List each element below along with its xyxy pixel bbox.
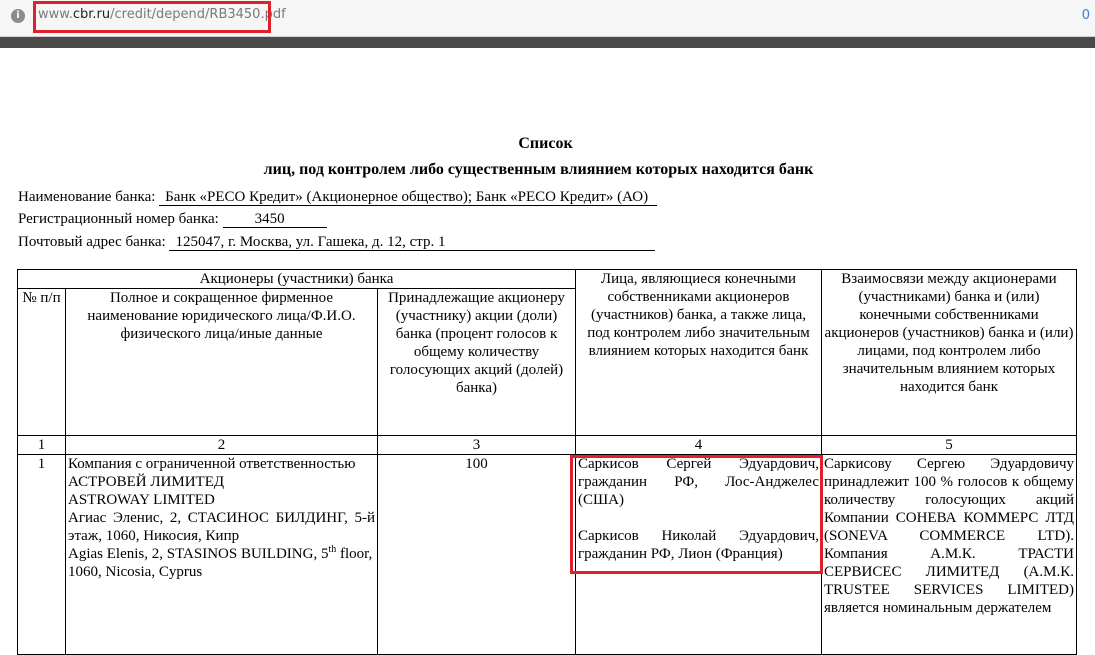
address-label: Почтовый адрес банка:: [18, 234, 166, 250]
bank-name-value: Банк «РЕСО Кредит» (Акционерное общество…: [159, 189, 658, 206]
header-owners: Лица, являющиеся конечными собственникам…: [575, 269, 822, 436]
address-en-part1: Agias Elenis, 2, STASINOS BUILDING, 5: [68, 546, 329, 562]
shareholders-table: Акционеры (участники) банка Лица, являющ…: [17, 269, 1077, 655]
bank-name-row: Наименование банка: Банк «РЕСО Кредит» (…: [18, 189, 658, 206]
pdf-viewer-toolbar: [0, 37, 1095, 48]
column-number-5: 5: [821, 435, 1077, 455]
relations-text: Саркисову Сергею Эдуардовичу принадлежит…: [821, 454, 1077, 655]
address-en-sup: th: [328, 544, 337, 555]
toolbar-indicator[interactable]: 0: [1082, 8, 1090, 23]
header-relations: Взаимосвязи между акционерами (участника…: [821, 269, 1077, 436]
shareholder-address-en: Agias Elenis, 2, STASINOS BUILDING, 5th …: [68, 545, 375, 581]
shareholder-name-en: ASTROWAY LIMITED: [68, 492, 215, 508]
shareholder-name-ru: АСТРОВЕЙ ЛИМИТЕД: [68, 474, 225, 490]
header-num: № п/п: [17, 288, 66, 436]
share-percentage: 100: [377, 454, 576, 655]
reg-number-value: 3450: [222, 211, 327, 228]
column-number-4: 4: [575, 435, 822, 455]
shareholder-address-ru: Агиас Эленис, 2, СТАСИНОС БИЛДИНГ, 5-й э…: [68, 510, 375, 544]
reg-number-row: Регистрационный номер банка: 3450: [18, 211, 327, 228]
table-row: 1 Компания с ограниченной ответственност…: [17, 454, 1077, 655]
bank-name-label: Наименование банка:: [18, 189, 156, 205]
header-name: Полное и сокращенное фирменное наименова…: [65, 288, 378, 436]
header-shares: Принадлежащие акционеру (участнику) акци…: [377, 288, 576, 436]
row-number: 1: [17, 454, 66, 655]
address-value: 125047, г. Москва, ул. Гашека, д. 12, ст…: [169, 234, 656, 251]
address-row: Почтовый адрес банка: 125047, г. Москва,…: [18, 234, 656, 251]
reg-number-label: Регистрационный номер банка:: [18, 211, 219, 227]
url-highlight-box: [33, 1, 271, 33]
document-subtitle: лиц, под контролем либо существенным вли…: [263, 161, 814, 178]
column-number-3: 3: [377, 435, 576, 455]
group-header-shareholders: Акционеры (участники) банка: [17, 269, 576, 289]
shareholder-legal-form: Компания с ограниченной ответственностью: [68, 456, 356, 472]
document-title: Список: [518, 135, 573, 152]
owners-highlight-box: [570, 455, 823, 574]
column-number-2: 2: [65, 435, 378, 455]
browser-toolbar: i www.cbr.ru/credit/depend/RB3450.pdf 0: [0, 0, 1095, 37]
site-info-icon[interactable]: i: [11, 9, 25, 23]
column-number-1: 1: [17, 435, 66, 455]
shareholder-details: Компания с ограниченной ответственностью…: [65, 454, 378, 655]
